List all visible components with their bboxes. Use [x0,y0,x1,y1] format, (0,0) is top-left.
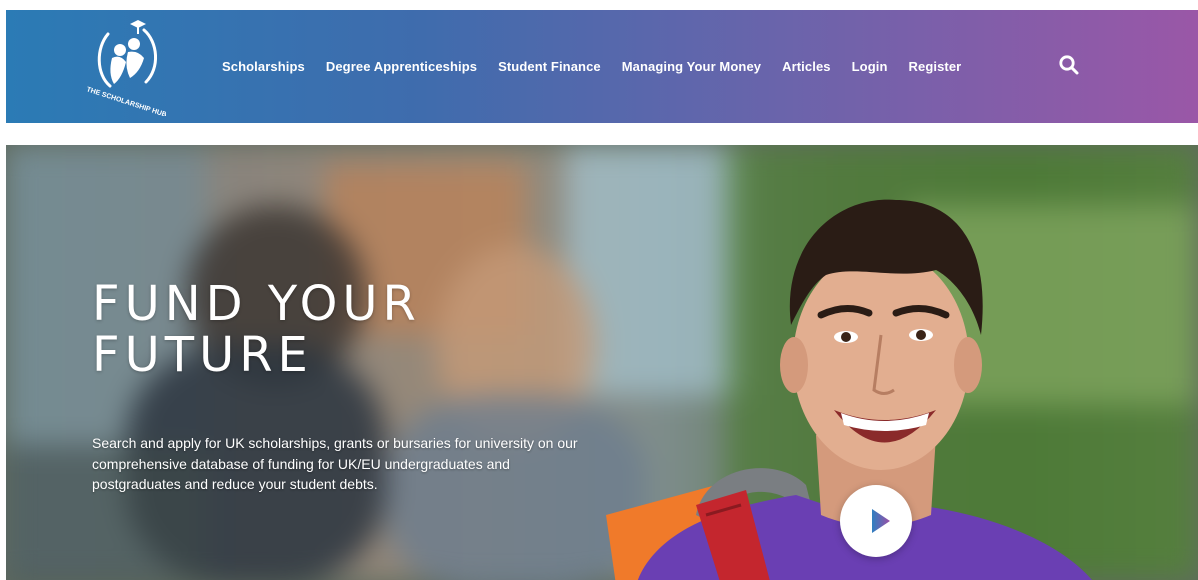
svg-text:THE SCHOLARSHIP HUB: THE SCHOLARSHIP HUB [86,86,166,116]
hero-title: FUND YOUR FUTURE [92,279,421,381]
nav-scholarships[interactable]: Scholarships [222,59,305,74]
hero-title-line-2: FUTURE [92,327,313,383]
site-header: THE SCHOLARSHIP HUB Scholarships Degree … [6,10,1198,123]
play-icon [872,509,890,533]
nav-student-finance[interactable]: Student Finance [498,59,601,74]
page: THE SCHOLARSHIP HUB Scholarships Degree … [0,0,1198,580]
nav-register[interactable]: Register [909,59,962,74]
video-play-button[interactable] [840,485,912,557]
nav-login[interactable]: Login [852,59,888,74]
hero-description: Search and apply for UK scholarships, gr… [92,435,578,492]
nav-articles[interactable]: Articles [782,59,831,74]
main-nav: Scholarships Degree Apprenticeships Stud… [222,10,961,123]
nav-managing-your-money[interactable]: Managing Your Money [622,59,761,74]
hero-banner: FUND YOUR FUTURE Search and apply for UK… [6,145,1198,580]
hero-title-line-1: FUND YOUR [92,276,421,332]
scholarship-hub-logo[interactable]: THE SCHOLARSHIP HUB [86,12,166,116]
nav-degree-apprenticeships[interactable]: Degree Apprenticeships [326,59,477,74]
search-icon[interactable] [1058,54,1080,76]
